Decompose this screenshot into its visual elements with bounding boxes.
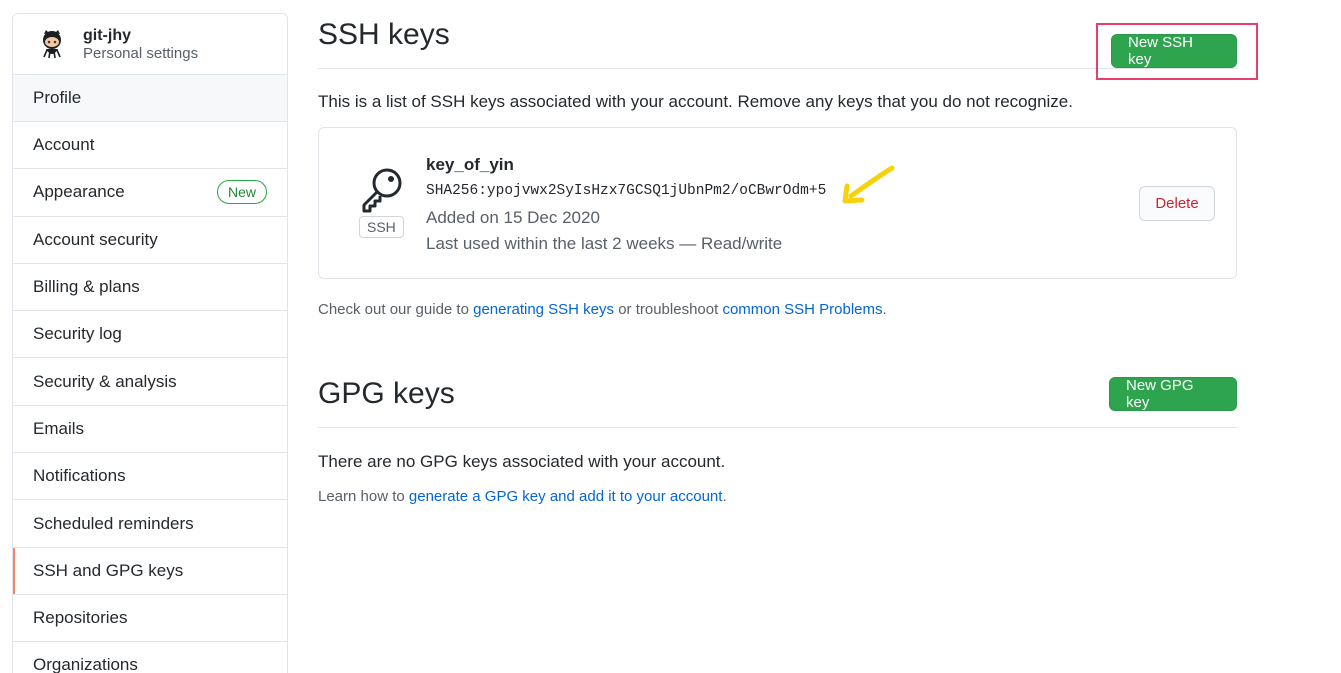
ssh-type-label: SSH [359, 216, 404, 238]
sidebar-item-repositories[interactable]: Repositories [13, 595, 287, 643]
octocat-icon [43, 30, 61, 59]
ssh-key-fingerprint: SHA256:ypojvwx2SyIsHzx7GCSQ1jUbnPm2/oCBw… [426, 183, 827, 199]
sidebar-item-label: Account [33, 135, 95, 155]
settings-sidebar: git-jhy Personal settings Profile Accoun… [12, 13, 288, 673]
sidebar-item-label: Appearance [33, 182, 125, 202]
sidebar-item-notifications[interactable]: Notifications [13, 453, 287, 501]
ssh-key-added-date: Added on 15 Dec 2020 [426, 208, 600, 227]
sidebar-item-emails[interactable]: Emails [13, 406, 287, 454]
ssh-key-item: SSH key_of_yin SHA256:ypojvwx2SyIsHzx7GC… [318, 127, 1237, 279]
gpg-keys-header: GPG keys New GPG key [318, 376, 1237, 428]
sidebar-item-label: Notifications [33, 466, 126, 486]
sidebar-item-label: Scheduled reminders [33, 513, 194, 533]
key-icon [362, 168, 402, 213]
gpg-empty-text: There are no GPG keys associated with yo… [318, 452, 726, 471]
guide-prefix: Check out our guide to [318, 301, 474, 318]
username[interactable]: git-jhy [83, 26, 198, 45]
ssh-key-last-used: Last used within the last 2 weeks — Read… [426, 234, 783, 253]
sidebar-item-label: SSH and GPG keys [33, 560, 184, 580]
annotation-arrow-icon [842, 165, 895, 204]
sidebar-item-scheduled-reminders[interactable]: Scheduled reminders [13, 500, 287, 548]
new-badge: New [216, 180, 267, 205]
sidebar-item-label: Repositories [33, 608, 128, 628]
ssh-keys-header: SSH keys New SSH key [318, 16, 1258, 80]
sidebar-item-label: Security log [33, 324, 122, 344]
gpg-learn-text: Learn how to generate a GPG key and add … [318, 488, 727, 505]
sidebar-item-label: Billing & plans [33, 277, 140, 297]
ssh-key-name: key_of_yin [426, 155, 514, 174]
gpg-keys-title: GPG keys [318, 377, 455, 410]
generate-gpg-key-link[interactable]: generate a GPG key and add it to your ac… [409, 488, 723, 505]
sidebar-item-security-analysis[interactable]: Security & analysis [13, 358, 287, 406]
highlight-box: New SSH key [1096, 23, 1258, 80]
sidebar-item-organizations[interactable]: Organizations [13, 642, 287, 673]
sidebar-subtitle: Personal settings [83, 45, 199, 62]
sidebar-item-profile[interactable]: Profile [13, 75, 287, 122]
sidebar-item-label: Emails [33, 418, 85, 438]
delete-ssh-key-button[interactable]: Delete [1139, 186, 1215, 221]
sidebar-item-label: Profile [33, 88, 82, 107]
avatar[interactable] [37, 29, 67, 59]
new-ssh-key-button[interactable]: New SSH key [1111, 34, 1237, 68]
sidebar-user-header: git-jhy Personal settings [13, 14, 287, 75]
ssh-guide-text: Check out our guide to generating SSH ke… [318, 301, 887, 318]
new-gpg-key-button[interactable]: New GPG key [1109, 377, 1237, 411]
sidebar-item-appearance[interactable]: Appearance New [13, 169, 287, 217]
ssh-intro-text: This is a list of SSH keys associated wi… [318, 92, 1073, 111]
guide-suffix: . [882, 301, 887, 318]
sidebar-item-account[interactable]: Account [13, 122, 287, 170]
sidebar-item-account-security[interactable]: Account security [13, 217, 287, 264]
sidebar-item-label: Security & analysis [33, 371, 177, 391]
ssh-keys-title: SSH keys [318, 18, 450, 51]
sidebar-item-ssh-gpg-keys[interactable]: SSH and GPG keys [13, 547, 287, 595]
guide-middle: or troubleshoot [614, 301, 723, 318]
learn-prefix: Learn how to [318, 488, 409, 505]
sidebar-item-label: Organizations [33, 655, 138, 673]
sidebar-item-label: Account security [33, 229, 158, 249]
learn-suffix: . [722, 488, 727, 505]
generating-ssh-keys-link[interactable]: generating SSH keys [473, 301, 614, 318]
sidebar-item-security-log[interactable]: Security log [13, 311, 287, 359]
sidebar-item-billing[interactable]: Billing & plans [13, 264, 287, 312]
common-ssh-problems-link[interactable]: common SSH Problems [722, 301, 882, 318]
